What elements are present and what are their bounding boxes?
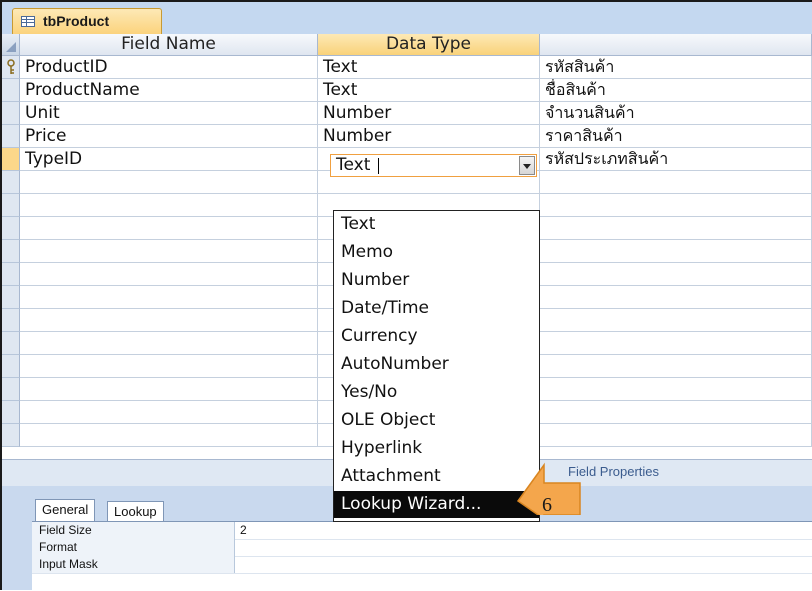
option-ole-object[interactable]: OLE Object: [334, 407, 539, 434]
table-icon: [21, 16, 35, 27]
property-row: Field Size 2: [32, 522, 812, 540]
field-name-cell[interactable]: ProductName: [20, 79, 318, 102]
dropdown-arrow-button[interactable]: [519, 156, 535, 175]
table-row: Price Number ราคาสินค้า: [20, 125, 812, 148]
empty-cell[interactable]: [20, 332, 318, 355]
text-caret: [378, 158, 379, 174]
property-value[interactable]: 2: [235, 522, 247, 539]
empty-cell[interactable]: [20, 424, 318, 447]
row-selector[interactable]: [2, 424, 20, 447]
property-row: Format: [32, 539, 812, 557]
row-selector[interactable]: [2, 102, 20, 125]
step-number-label: 6: [542, 494, 552, 516]
property-value[interactable]: [235, 539, 240, 556]
empty-cell[interactable]: [540, 217, 812, 240]
empty-cell[interactable]: [540, 263, 812, 286]
empty-cell[interactable]: [540, 401, 812, 424]
row-selector[interactable]: [2, 194, 20, 217]
row-selector[interactable]: [2, 332, 20, 355]
row-selector[interactable]: [2, 355, 20, 378]
field-name-cell[interactable]: Unit: [20, 102, 318, 125]
empty-cell[interactable]: [20, 194, 318, 217]
empty-cell[interactable]: [540, 355, 812, 378]
document-tab-strip: tbProduct: [2, 2, 812, 35]
data-type-combobox[interactable]: Text: [330, 154, 537, 177]
option-number[interactable]: Number: [334, 267, 539, 294]
description-cell[interactable]: รหัสประเภทสินค้า: [540, 148, 812, 171]
property-label: Format: [32, 539, 235, 556]
empty-cell[interactable]: [540, 309, 812, 332]
row-selector[interactable]: [2, 171, 20, 194]
empty-cell[interactable]: [540, 194, 812, 217]
table-row: ProductID Text รหัสสินค้า: [20, 56, 812, 79]
description-cell[interactable]: ชื่อสินค้า: [540, 79, 812, 102]
field-name-cell[interactable]: ProductID: [20, 56, 318, 79]
empty-cell[interactable]: [540, 171, 812, 194]
option-lookup-wizard[interactable]: Lookup Wizard...: [334, 491, 539, 518]
row-selector-current[interactable]: [2, 148, 20, 171]
field-name-cell[interactable]: Price: [20, 125, 318, 148]
tab-lookup[interactable]: Lookup: [107, 501, 164, 521]
option-date-time[interactable]: Date/Time: [334, 295, 539, 322]
row-selector[interactable]: [2, 79, 20, 102]
tab-general[interactable]: General: [35, 499, 96, 521]
option-text[interactable]: Text: [334, 211, 539, 238]
row-selector[interactable]: [2, 263, 20, 286]
table-row: Unit Number จำนวนสินค้า: [20, 102, 812, 125]
property-label: Input Mask: [32, 556, 235, 573]
properties-table: Field Size 2 Format Input Mask: [32, 521, 812, 591]
option-yes-no[interactable]: Yes/No: [334, 379, 539, 406]
description-cell[interactable]: รหัสสินค้า: [540, 56, 812, 79]
empty-cell[interactable]: [540, 332, 812, 355]
description-cell[interactable]: ราคาสินค้า: [540, 125, 812, 148]
row-selector[interactable]: [2, 125, 20, 148]
description-cell[interactable]: จำนวนสินค้า: [540, 102, 812, 125]
tab-label: tbProduct: [43, 13, 110, 29]
empty-cell[interactable]: [540, 286, 812, 309]
tab-tbproduct[interactable]: tbProduct: [12, 8, 162, 35]
row-selector[interactable]: [2, 240, 20, 263]
data-type-cell[interactable]: Number: [318, 102, 540, 125]
empty-cell[interactable]: [20, 355, 318, 378]
empty-cell[interactable]: [20, 263, 318, 286]
row-selector[interactable]: [2, 217, 20, 240]
data-type-cell[interactable]: Text: [318, 56, 540, 79]
row-selector[interactable]: [2, 56, 20, 79]
empty-cell[interactable]: [20, 217, 318, 240]
empty-cell[interactable]: [20, 378, 318, 401]
empty-cell[interactable]: [20, 401, 318, 424]
property-value[interactable]: [235, 556, 240, 573]
column-header-data-type[interactable]: Data Type: [318, 34, 540, 56]
empty-cell[interactable]: [540, 424, 812, 447]
row-selector[interactable]: [2, 378, 20, 401]
column-header-description[interactable]: [540, 34, 812, 56]
row-selector[interactable]: [2, 309, 20, 332]
data-type-dropdown-list: Text Memo Number Date/Time Currency Auto…: [333, 210, 540, 522]
column-header-field-name[interactable]: Field Name: [20, 34, 318, 56]
option-memo[interactable]: Memo: [334, 239, 539, 266]
empty-cell[interactable]: [540, 240, 812, 263]
table-row: ProductName Text ชื่อสินค้า: [20, 79, 812, 102]
empty-cell[interactable]: [20, 240, 318, 263]
row-selector[interactable]: [2, 401, 20, 424]
option-autonumber[interactable]: AutoNumber: [334, 351, 539, 378]
empty-cell[interactable]: [20, 309, 318, 332]
property-label: Field Size: [32, 522, 235, 539]
data-type-cell[interactable]: Text: [318, 79, 540, 102]
empty-cell[interactable]: [20, 286, 318, 309]
data-type-combobox-value: Text: [336, 155, 371, 175]
option-hyperlink[interactable]: Hyperlink: [334, 435, 539, 462]
option-attachment[interactable]: Attachment: [334, 463, 539, 490]
empty-cell[interactable]: [20, 171, 318, 194]
field-name-cell[interactable]: TypeID: [20, 148, 318, 171]
property-row: Input Mask: [32, 556, 812, 574]
option-currency[interactable]: Currency: [334, 323, 539, 350]
data-type-cell[interactable]: Number: [318, 125, 540, 148]
empty-cell[interactable]: [540, 378, 812, 401]
primary-key-icon: [7, 59, 15, 74]
select-all-corner[interactable]: [2, 34, 20, 56]
row-selector[interactable]: [2, 286, 20, 309]
